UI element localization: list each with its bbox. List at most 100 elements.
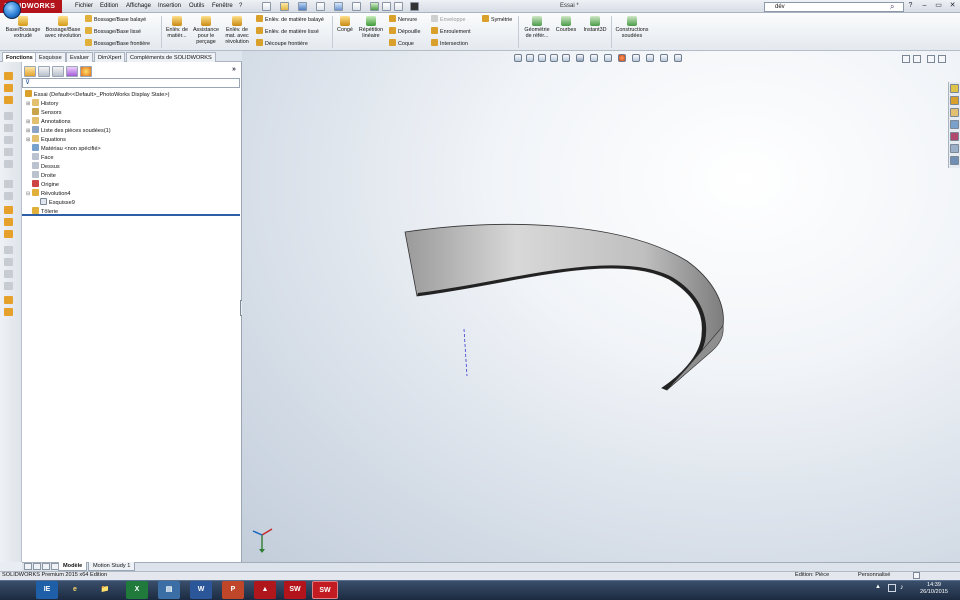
select-arrow-icon[interactable] <box>352 2 361 11</box>
relation-tool-icon[interactable] <box>4 270 13 278</box>
open-folder-icon[interactable] <box>280 2 289 11</box>
instant3d-button[interactable]: Instant3D <box>581 13 609 51</box>
sketch-tool-icon[interactable] <box>4 72 13 80</box>
rectangle-tool-icon[interactable] <box>4 124 13 132</box>
taskbar-acrobat-icon[interactable]: ▲ <box>254 581 276 599</box>
custom-properties-icon[interactable] <box>950 144 959 153</box>
tab-dimxpert[interactable]: DimXpert <box>94 52 126 62</box>
prev-tab-arrow-icon[interactable] <box>33 563 41 570</box>
undo-icon[interactable] <box>334 2 343 11</box>
taskbar-powerpoint-icon[interactable]: P <box>222 581 244 599</box>
taskbar-solidworks-2015-icon[interactable]: SW <box>284 581 306 599</box>
file-explorer-icon[interactable] <box>950 108 959 117</box>
linear-pattern-button[interactable]: Répétition linéaire <box>357 13 385 51</box>
part-model-view[interactable] <box>242 51 960 562</box>
tree-item-sensors[interactable]: Sensors <box>26 108 62 117</box>
tab-fonctions[interactable]: Fonctions <box>2 52 37 62</box>
tree-item-sheet-metal[interactable]: Tôlerie <box>26 207 58 216</box>
cut-loft-button[interactable]: Enlèv. de matière lissé <box>256 27 319 37</box>
camera-icon[interactable] <box>410 2 419 11</box>
fillet-button[interactable]: Congé <box>334 13 356 51</box>
maximize-button[interactable]: ▭ <box>933 1 944 11</box>
tree-filter-input[interactable] <box>22 78 240 88</box>
wrap2-button[interactable]: Enroulement <box>431 27 471 37</box>
taskbar-solidworks-active-icon[interactable]: SW <box>312 581 338 599</box>
tab-evaluer[interactable]: Evaluer <box>66 52 93 62</box>
file-properties-icon[interactable] <box>382 2 391 11</box>
tray-volume-icon[interactable]: ♪ <box>900 584 904 591</box>
minimize-button[interactable]: – <box>919 1 930 11</box>
tree-item-top-plane[interactable]: Dessus <box>26 162 60 171</box>
taskbar-excel-icon[interactable]: X <box>126 581 148 599</box>
mirror-button[interactable]: Symétrie <box>482 15 512 25</box>
new-document-icon[interactable] <box>262 2 271 11</box>
save-icon[interactable] <box>298 2 307 11</box>
tree-item-cut-list[interactable]: ⊞ Liste des pièces soudées(1) <box>26 126 111 135</box>
print-icon[interactable] <box>316 2 325 11</box>
windows-start-icon[interactable] <box>3 1 21 19</box>
taskbar-notes-icon[interactable]: ▤ <box>158 581 180 599</box>
smart-dimension-icon[interactable] <box>4 84 13 92</box>
cut-revolve-button[interactable]: Enlèv. de mat. avec révolution <box>222 13 252 51</box>
tree-item-annotations[interactable]: ⊞ Annotations <box>26 117 71 126</box>
arc-tool-icon[interactable] <box>4 148 13 156</box>
options-icon[interactable] <box>394 2 403 11</box>
boss-loft-button[interactable]: Bossage/Base lissé <box>85 27 141 37</box>
menu-outils[interactable]: Outils <box>186 0 207 13</box>
status-units[interactable]: Personnalisé <box>858 571 890 580</box>
trim-tool-icon[interactable] <box>4 180 13 188</box>
tab-esquisse[interactable]: Esquisse <box>35 52 66 62</box>
cut-boundary-button[interactable]: Découpe frontière <box>256 39 308 49</box>
draft-button[interactable]: Dépouille <box>389 27 420 37</box>
weldments-button[interactable]: Constructions soudées <box>613 13 651 51</box>
view-palette-icon[interactable] <box>950 120 959 129</box>
taskbar-explorer-icon[interactable]: 📁 <box>94 581 116 599</box>
menu-help[interactable]: ? <box>236 0 245 13</box>
circle-tool-icon[interactable] <box>4 136 13 144</box>
next-tab-arrow-icon[interactable] <box>42 563 50 570</box>
forum-icon[interactable] <box>950 156 959 165</box>
cut-extrude-button[interactable]: Enlèv. de matièr... <box>164 13 190 51</box>
tree-item-right-plane[interactable]: Droite <box>26 171 56 180</box>
shell-button[interactable]: Coque <box>389 39 414 49</box>
tray-arrow-icon[interactable]: ▲ <box>875 584 881 590</box>
cut-sweep-button[interactable]: Enlèv. de matière balayé <box>256 15 324 25</box>
tree-item-origin[interactable]: Origine <box>26 180 59 189</box>
property-manager-tab-icon[interactable] <box>38 66 50 77</box>
help-icon[interactable]: ? <box>905 1 916 11</box>
boss-boundary-button[interactable]: Bossage/Base frontière <box>85 39 150 49</box>
expand-panel-icon[interactable]: » <box>232 66 236 73</box>
tree-item-sketch[interactable]: Esquisse9 <box>40 198 75 207</box>
tree-item-face-plane[interactable]: Face <box>26 153 53 162</box>
menu-fenetre[interactable]: Fenêtre <box>209 0 236 13</box>
first-tab-arrow-icon[interactable] <box>24 563 32 570</box>
revolve-tool-icon[interactable] <box>4 218 13 226</box>
extrude-tool-icon[interactable] <box>4 206 13 214</box>
search-icon[interactable]: ⌕ <box>890 2 894 11</box>
ref-geometry-button[interactable]: Géométrie de référ... <box>521 13 553 51</box>
boss-extrude-button[interactable]: Base/Bossage extrudé <box>2 13 44 51</box>
taskbar-outlook-icon[interactable]: IE <box>36 581 58 599</box>
pattern-tool-icon[interactable] <box>4 258 13 266</box>
dimxpert-tab-icon[interactable] <box>66 66 78 77</box>
tree-item-equations[interactable]: ⊞ Equations <box>26 135 66 144</box>
rib-button[interactable]: Nervure <box>389 15 417 25</box>
taskbar-clock[interactable]: 14:39 26/10/2015 <box>914 582 954 596</box>
tab-motion-study[interactable]: Motion Study 1 <box>88 562 136 571</box>
tray-network-icon[interactable] <box>888 584 896 592</box>
feature-tree-tab-icon[interactable] <box>24 66 36 77</box>
hole-wizard-button[interactable]: Assistance pour le perçage <box>191 13 221 51</box>
display-manager-tab-icon[interactable] <box>80 66 92 77</box>
feature-tool-icon[interactable] <box>4 96 13 104</box>
tree-item-revolution[interactable]: ⊟ Révolution4 <box>26 189 71 198</box>
tree-root[interactable]: Essai (Default<<Default>_PhotoWorks Disp… <box>25 90 169 99</box>
taskbar-word-icon[interactable]: W <box>190 581 212 599</box>
mirror-tool-icon[interactable] <box>4 246 13 254</box>
boss-sweep-button[interactable]: Bossage/Base balayé <box>85 15 146 25</box>
offset-tool-icon[interactable] <box>4 192 13 200</box>
menu-affichage[interactable]: Affichage <box>123 0 154 13</box>
curves-button[interactable]: Courbes <box>553 13 579 51</box>
tab-complements[interactable]: Compléments de SOLIDWORKS <box>126 52 216 62</box>
cut-tool-icon[interactable] <box>4 230 13 238</box>
design-library-icon[interactable] <box>950 96 959 105</box>
